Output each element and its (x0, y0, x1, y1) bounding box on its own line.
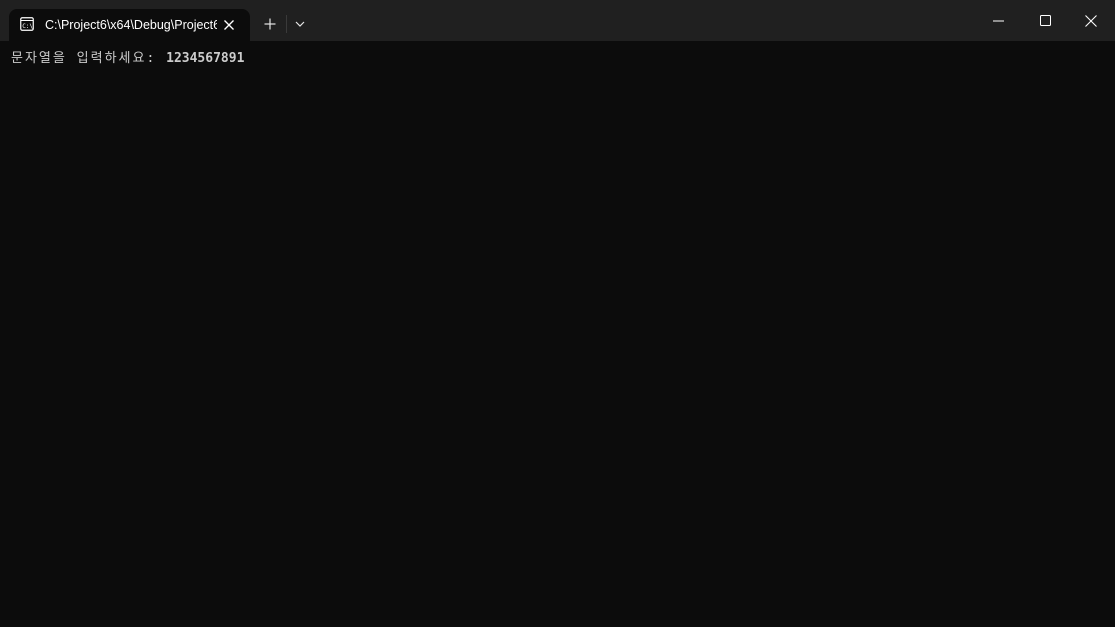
maximize-icon (1039, 15, 1051, 26)
tab-separator (286, 15, 287, 33)
console-input: 1234567891 (166, 51, 245, 66)
title-bar[interactable]: C:\ C:\Project6\x64\Debug\Project6.exe (0, 0, 1115, 41)
tab-title: C:\Project6\x64\Debug\Project6.exe (45, 18, 217, 32)
console-area[interactable]: 문자열을 입력하세요: 1234567891 (0, 41, 1115, 627)
minimize-icon (992, 20, 1004, 22)
chevron-down-icon (295, 21, 305, 27)
profile-dropdown-button[interactable] (289, 12, 311, 36)
close-icon (1085, 14, 1097, 27)
svg-text:C:\: C:\ (22, 23, 33, 30)
plus-icon (264, 18, 276, 30)
minimize-button[interactable] (975, 0, 1021, 41)
maximize-button[interactable] (1022, 0, 1068, 41)
close-window-button[interactable] (1068, 0, 1114, 41)
console-line: 문자열을 입력하세요: 1234567891 (11, 50, 244, 68)
close-icon[interactable] (219, 15, 239, 35)
terminal-window: C:\ C:\Project6\x64\Debug\Project6.exe (0, 0, 1115, 627)
tab-console[interactable]: C:\ C:\Project6\x64\Debug\Project6.exe (9, 9, 250, 41)
terminal-icon: C:\ (20, 17, 34, 31)
console-prompt: 문자열을 입력하세요: (11, 51, 167, 66)
new-tab-button[interactable] (258, 12, 282, 36)
